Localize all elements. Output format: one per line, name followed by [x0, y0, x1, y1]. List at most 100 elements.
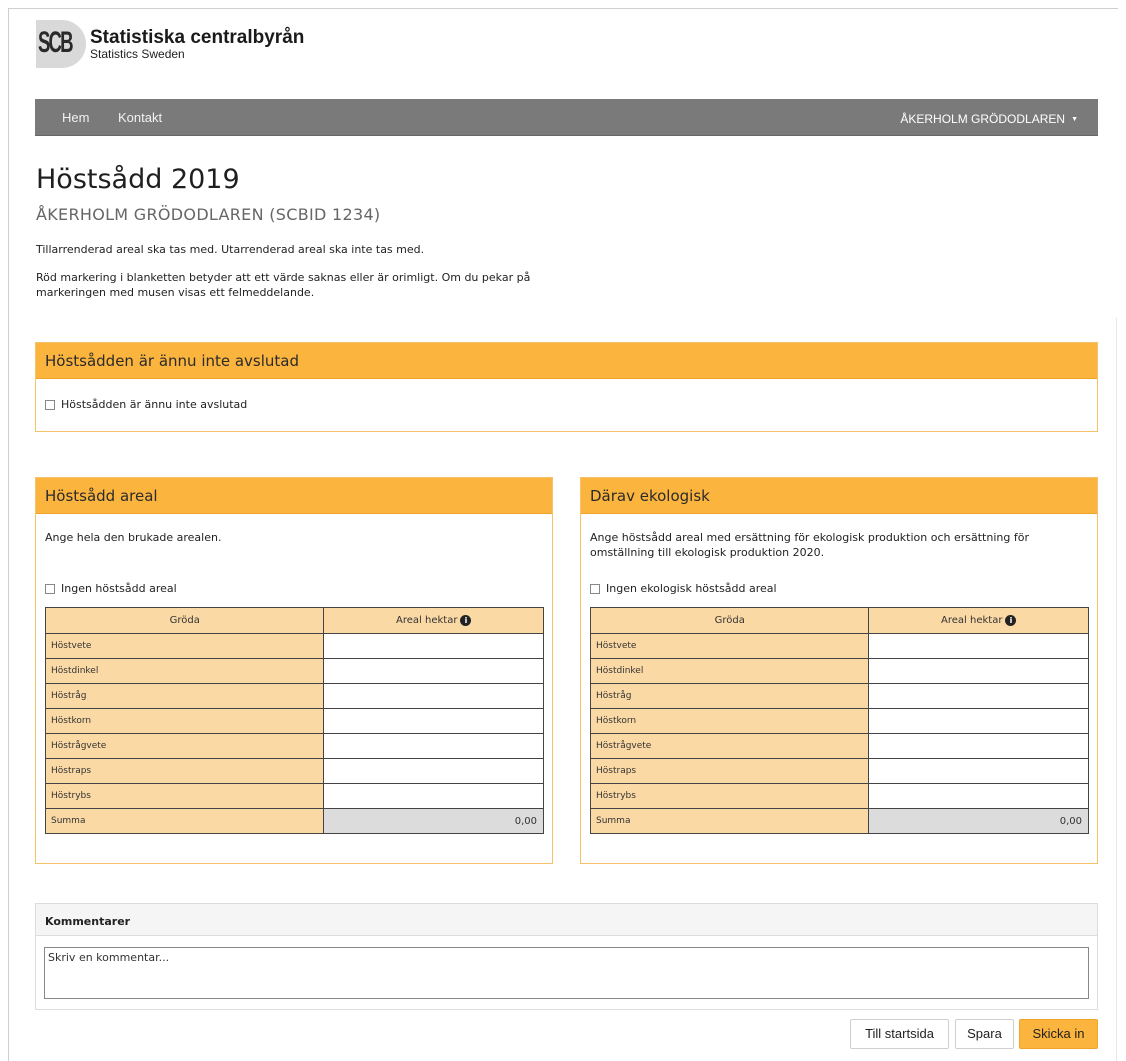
table-header-row: Gröda Areal hektar i	[44, 607, 544, 634]
crop-label: Höstdinkel	[44, 658, 325, 684]
nav-home-link[interactable]: Hem	[62, 110, 89, 125]
scb-logo[interactable]: SCB Statistiska centralbyrån Statistics …	[36, 20, 304, 68]
area-input-hostvete[interactable]	[323, 633, 544, 659]
scb-logo-text: Statistiska centralbyrån Statistics Swed…	[90, 26, 305, 61]
areal-panel: Höstsådd areal Ange hela den brukade are…	[35, 477, 553, 864]
eko-input-hostkorn[interactable]	[868, 708, 1089, 734]
crop-label: Höstrybs	[44, 783, 325, 809]
areal-panel-title: Höstsådd areal	[36, 478, 552, 514]
area-input-hostragvete[interactable]	[323, 733, 544, 759]
eko-input-hostdinkel[interactable]	[868, 658, 1089, 684]
crop-label: Höstdinkel	[589, 658, 870, 684]
eko-input-hostrybs[interactable]	[868, 783, 1089, 809]
area-input-hostrybs[interactable]	[323, 783, 544, 809]
no-areal-checkbox[interactable]	[45, 583, 55, 594]
areal-table: Gröda Areal hektar i Höstvete Höstdinkel …	[44, 607, 544, 834]
table-header-row: Gröda Areal hektar i	[589, 607, 1089, 634]
sum-label: Summa	[589, 808, 870, 834]
eko-input-hostrag[interactable]	[868, 683, 1089, 709]
crop-label: Höstvete	[44, 633, 325, 659]
no-areal-checkbox-row[interactable]: Ingen höstsådd areal	[45, 582, 177, 595]
table-row: Höstrybs	[589, 783, 1089, 809]
table-row: Höstkorn	[589, 708, 1089, 734]
crop-label: Höstkorn	[44, 708, 325, 734]
info-text-1: Tillarrenderad areal ska tas med. Utarre…	[36, 243, 425, 256]
scb-logo-mark-text: SCB	[38, 26, 74, 59]
no-eko-checkbox-label: Ingen ekologisk höstsådd areal	[606, 582, 777, 595]
user-name: ÅKERHOLM GRÖDODLAREN	[900, 112, 1066, 126]
area-column-header-label: Areal hektar	[941, 615, 1003, 626]
comments-title: Kommentarer	[36, 904, 1097, 936]
table-row: Höstraps	[589, 758, 1089, 784]
crop-label: Höstrågvete	[44, 733, 325, 759]
crop-column-header: Gröda	[589, 607, 870, 634]
no-eko-checkbox[interactable]	[590, 583, 600, 594]
comment-textarea[interactable]: Skriv en kommentar...	[44, 947, 1089, 999]
unfinished-panel-title: Höstsådden är ännu inte avslutad	[36, 343, 1097, 379]
crop-label: Höstrågvete	[589, 733, 870, 759]
comments-panel: Kommentarer Skriv en kommentar...	[35, 903, 1098, 1010]
eko-input-hostragvete[interactable]	[868, 733, 1089, 759]
submit-button[interactable]: Skicka in	[1019, 1019, 1098, 1049]
area-input-hostrag[interactable]	[323, 683, 544, 709]
unfinished-checkbox-row[interactable]: Höstsådden är ännu inte avslutad	[45, 398, 247, 411]
table-row: Höstrybs	[44, 783, 544, 809]
page-subtitle: ÅKERHOLM GRÖDODLAREN (SCBID 1234)	[36, 205, 381, 224]
logo-title: Statistiska centralbyrån	[90, 26, 305, 48]
table-row: Höstraps	[44, 758, 544, 784]
unfinished-checkbox-label: Höstsådden är ännu inte avslutad	[61, 398, 248, 411]
unfinished-panel: Höstsådden är ännu inte avslutad Höstsåd…	[35, 342, 1098, 432]
scb-logo-mark: SCB	[36, 20, 86, 68]
table-row: Höstdinkel	[44, 658, 544, 684]
crop-label: Höstrybs	[589, 783, 870, 809]
eko-panel: Därav ekologisk Ange höstsådd areal med …	[580, 477, 1098, 864]
info-text-2: Röd markering i blanketten betyder att e…	[36, 270, 530, 300]
page-border-top	[8, 8, 1118, 9]
table-row: Höstråg	[44, 683, 544, 709]
area-column-header-label: Areal hektar	[396, 615, 458, 626]
no-eko-checkbox-row[interactable]: Ingen ekologisk höstsådd areal	[590, 582, 777, 595]
crop-label: Höstraps	[589, 758, 870, 784]
sum-label: Summa	[44, 808, 325, 834]
eko-panel-desc: Ange höstsådd areal med ersättning för e…	[590, 530, 1029, 560]
sum-value: 0,00	[323, 808, 544, 834]
logo-subtitle: Statistics Sweden	[90, 46, 185, 61]
table-row: Höstvete	[44, 633, 544, 659]
area-column-header: Areal hektar i	[868, 607, 1089, 634]
area-input-hostdinkel[interactable]	[323, 658, 544, 684]
table-row: Höstrågvete	[44, 733, 544, 759]
crop-label: Höstkorn	[589, 708, 870, 734]
navbar: Hem Kontakt ÅKERHOLM GRÖDODLAREN ▼	[35, 99, 1098, 136]
crop-label: Höstraps	[44, 758, 325, 784]
table-row: Höstråg	[589, 683, 1089, 709]
info-text-2-line2: markeringen med musen visas ett felmedde…	[36, 286, 315, 299]
area-input-hostraps[interactable]	[323, 758, 544, 784]
area-column-header: Areal hektar i	[323, 607, 544, 634]
crop-label: Höstvete	[589, 633, 870, 659]
eko-input-hostvete[interactable]	[868, 633, 1089, 659]
save-button[interactable]: Spara	[955, 1019, 1014, 1049]
areal-panel-desc: Ange hela den brukade arealen.	[45, 531, 222, 544]
page-title: Höstsådd 2019	[36, 164, 240, 195]
table-row: Höstrågvete	[589, 733, 1089, 759]
sum-value: 0,00	[868, 808, 1089, 834]
start-page-button[interactable]: Till startsida	[850, 1019, 949, 1049]
info-icon[interactable]: i	[460, 615, 472, 626]
caret-down-icon: ▼	[1071, 116, 1078, 123]
table-row: Höstvete	[589, 633, 1089, 659]
no-areal-checkbox-label: Ingen höstsådd areal	[61, 582, 177, 595]
eko-input-hostraps[interactable]	[868, 758, 1089, 784]
page-border-right	[1116, 318, 1117, 1061]
eko-desc-line1: Ange höstsådd areal med ersättning för e…	[590, 531, 1029, 544]
nav-contact-link[interactable]: Kontakt	[118, 110, 162, 125]
table-row: Höstdinkel	[589, 658, 1089, 684]
unfinished-checkbox[interactable]	[45, 399, 55, 410]
user-menu[interactable]: ÅKERHOLM GRÖDODLAREN ▼	[900, 112, 1078, 126]
sum-row: Summa 0,00	[589, 808, 1089, 834]
sum-row: Summa 0,00	[44, 808, 544, 834]
info-icon[interactable]: i	[1005, 615, 1017, 626]
eko-table: Gröda Areal hektar i Höstvete Höstdinkel …	[589, 607, 1089, 834]
area-input-hostkorn[interactable]	[323, 708, 544, 734]
page-border-left	[8, 8, 9, 1061]
crop-column-header: Gröda	[44, 607, 325, 634]
